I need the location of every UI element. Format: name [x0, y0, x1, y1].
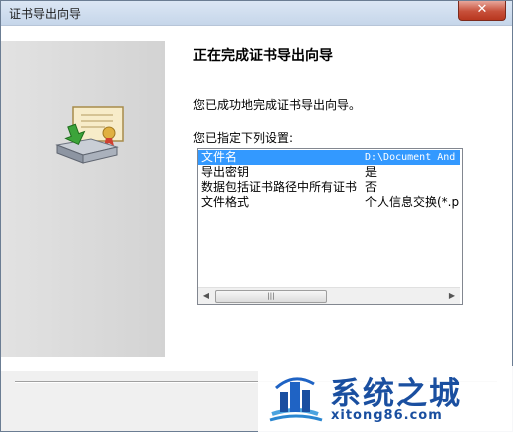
- watermark-logo-icon: [269, 377, 323, 422]
- watermark-url: xitong86.com: [331, 408, 443, 423]
- setting-value: 是: [365, 165, 378, 179]
- setting-key: 文件名: [201, 150, 238, 164]
- setting-value: 个人信息交换(*.p: [365, 195, 460, 209]
- arrow-left-icon: ◀: [202, 291, 210, 300]
- scroll-left-button[interactable]: ◀: [198, 288, 214, 304]
- page-heading: 正在完成证书导出向导: [193, 48, 333, 64]
- list-item-export-key[interactable]: 导出密钥 是: [198, 165, 460, 180]
- list-item-include-chain[interactable]: 数据包括证书路径中所有证书 否: [198, 180, 460, 195]
- list-item-file-name[interactable]: 文件名 D:\Document And: [198, 150, 460, 165]
- horizontal-scrollbar[interactable]: ◀ ||| ▶: [198, 287, 460, 304]
- window-title: 证书导出向导: [9, 7, 82, 21]
- watermark-brand: 系统之城: [330, 376, 462, 412]
- wizard-side-panel: [1, 41, 165, 357]
- setting-value: D:\Document And: [365, 152, 456, 163]
- settings-list[interactable]: 文件名 D:\Document And 导出密钥 是 数据包括证书路径中所有证书…: [197, 148, 463, 305]
- setting-key: 导出密钥: [201, 165, 250, 179]
- setting-key: 文件格式: [201, 195, 250, 209]
- wizard-page: 正在完成证书导出向导 您已成功地完成证书导出向导。 您已指定下列设置: 文件名 …: [1, 26, 512, 371]
- settings-list-label: 您已指定下列设置:: [193, 131, 294, 145]
- setting-value: 否: [365, 180, 378, 194]
- list-item-file-format[interactable]: 文件格式 个人信息交换(*.p: [198, 195, 460, 210]
- scrollbar-thumb[interactable]: |||: [215, 290, 327, 303]
- title-bar: 证书导出向导 ✕: [1, 1, 512, 26]
- close-button[interactable]: ✕: [458, 1, 506, 21]
- arrow-right-icon: ▶: [448, 291, 456, 300]
- setting-key: 数据包括证书路径中所有证书: [201, 180, 358, 194]
- close-icon: ✕: [476, 2, 488, 17]
- completion-message: 您已成功地完成证书导出向导。: [193, 98, 362, 112]
- certificate-export-icon: [55, 106, 124, 164]
- scroll-right-button[interactable]: ▶: [444, 288, 460, 304]
- grip-icon: |||: [267, 292, 275, 300]
